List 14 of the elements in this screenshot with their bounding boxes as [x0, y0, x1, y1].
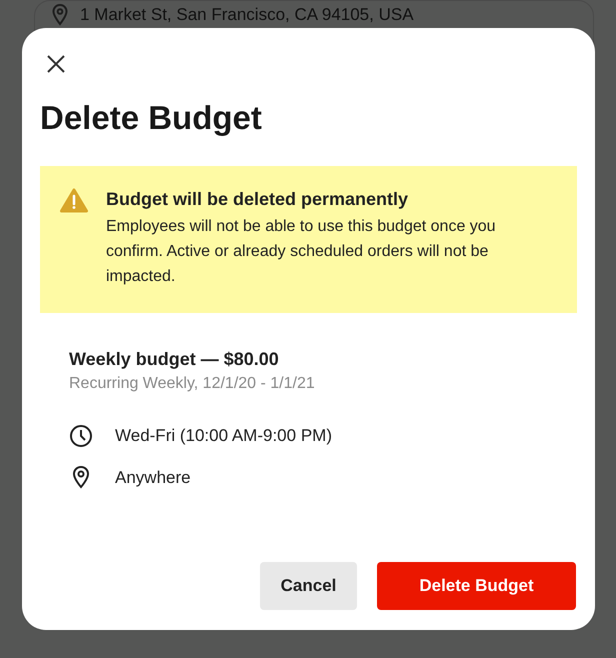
hours-text: Wed-Fri (10:00 AM-9:00 PM): [115, 425, 332, 447]
close-icon: [47, 55, 65, 73]
budget-name: Weekly budget — $80.00: [69, 348, 280, 371]
warning-title: Budget will be deleted permanently: [106, 188, 410, 211]
location-pin-icon: [52, 4, 68, 26]
address-text: 1 Market St, San Francisco, CA 94105, USA: [80, 5, 414, 25]
clock-icon: [69, 424, 93, 448]
warning-icon: [60, 188, 88, 213]
cancel-button[interactable]: Cancel: [260, 562, 357, 610]
delete-button[interactable]: Delete Budget: [377, 562, 576, 610]
warning-message: Employees will not be able to use this budget once you confirm. Active or already scheduled orders will not be impacted.: [106, 217, 497, 287]
budget-schedule: Recurring Weekly, 12/1/20 - 1/1/21: [69, 374, 316, 394]
dialog-title: Delete Budget: [40, 98, 263, 138]
location-text: Anywhere: [115, 466, 191, 488]
